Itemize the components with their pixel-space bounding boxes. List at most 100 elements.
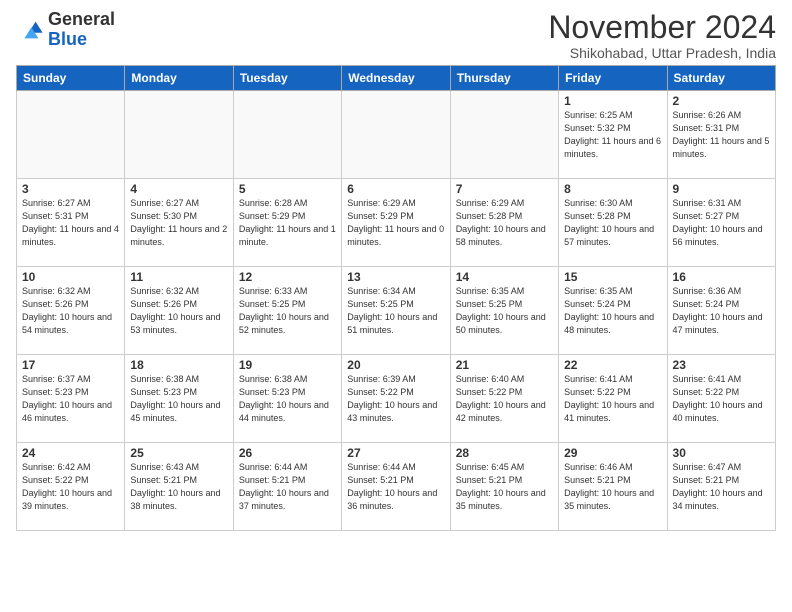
day-number: 13 [347,270,444,284]
calendar-cell: 19Sunrise: 6:38 AM Sunset: 5:23 PM Dayli… [233,355,341,443]
day-info: Sunrise: 6:27 AM Sunset: 5:30 PM Dayligh… [130,197,227,249]
calendar-cell: 14Sunrise: 6:35 AM Sunset: 5:25 PM Dayli… [450,267,558,355]
day-info: Sunrise: 6:44 AM Sunset: 5:21 PM Dayligh… [347,461,444,513]
logo-general-text: General [48,9,115,29]
logo-blue-text: Blue [48,29,87,49]
day-number: 24 [22,446,119,460]
day-number: 14 [456,270,553,284]
day-number: 20 [347,358,444,372]
calendar-cell: 15Sunrise: 6:35 AM Sunset: 5:24 PM Dayli… [559,267,667,355]
day-number: 1 [564,94,661,108]
calendar-cell [125,91,233,179]
day-info: Sunrise: 6:26 AM Sunset: 5:31 PM Dayligh… [673,109,770,161]
calendar-week-4: 24Sunrise: 6:42 AM Sunset: 5:22 PM Dayli… [17,443,776,531]
col-saturday: Saturday [667,66,775,91]
day-number: 19 [239,358,336,372]
day-info: Sunrise: 6:32 AM Sunset: 5:26 PM Dayligh… [130,285,227,337]
day-number: 26 [239,446,336,460]
day-info: Sunrise: 6:41 AM Sunset: 5:22 PM Dayligh… [673,373,770,425]
calendar-cell: 22Sunrise: 6:41 AM Sunset: 5:22 PM Dayli… [559,355,667,443]
day-number: 3 [22,182,119,196]
calendar-week-1: 3Sunrise: 6:27 AM Sunset: 5:31 PM Daylig… [17,179,776,267]
day-number: 29 [564,446,661,460]
day-info: Sunrise: 6:29 AM Sunset: 5:29 PM Dayligh… [347,197,444,249]
day-info: Sunrise: 6:34 AM Sunset: 5:25 PM Dayligh… [347,285,444,337]
header: General Blue November 2024 Shikohabad, U… [16,10,776,61]
calendar-cell: 17Sunrise: 6:37 AM Sunset: 5:23 PM Dayli… [17,355,125,443]
calendar-week-2: 10 Sunrise: 6:32 AM Sunset: 5:26 PM Dayli… [17,267,776,355]
title-area: November 2024 Shikohabad, Uttar Pradesh,… [548,10,776,61]
day-number: 4 [130,182,227,196]
day-info: Sunrise: 6:43 AM Sunset: 5:21 PM Dayligh… [130,461,227,513]
calendar-cell: 12Sunrise: 6:33 AM Sunset: 5:25 PM Dayli… [233,267,341,355]
calendar-cell [17,91,125,179]
calendar-cell: 23Sunrise: 6:41 AM Sunset: 5:22 PM Dayli… [667,355,775,443]
day-number: 22 [564,358,661,372]
day-number: 25 [130,446,227,460]
calendar-cell: 29Sunrise: 6:46 AM Sunset: 5:21 PM Dayli… [559,443,667,531]
day-info: Sunrise: 6:40 AM Sunset: 5:22 PM Dayligh… [456,373,553,425]
day-info: Sunrise: 6:37 AM Sunset: 5:23 PM Dayligh… [22,373,119,425]
day-number: 11 [130,270,227,284]
calendar-cell: 24Sunrise: 6:42 AM Sunset: 5:22 PM Dayli… [17,443,125,531]
calendar-week-0: 1Sunrise: 6:25 AM Sunset: 5:32 PM Daylig… [17,91,776,179]
day-number: 28 [456,446,553,460]
calendar-cell [450,91,558,179]
calendar-cell: 11Sunrise: 6:32 AM Sunset: 5:26 PM Dayli… [125,267,233,355]
col-friday: Friday [559,66,667,91]
day-number: 9 [673,182,770,196]
day-number: 17 [22,358,119,372]
day-info: Sunrise: 6:28 AM Sunset: 5:29 PM Dayligh… [239,197,336,249]
day-number: 6 [347,182,444,196]
col-wednesday: Wednesday [342,66,450,91]
page: General Blue November 2024 Shikohabad, U… [0,0,792,539]
calendar-week-3: 17Sunrise: 6:37 AM Sunset: 5:23 PM Dayli… [17,355,776,443]
day-number: 10 [22,270,119,284]
day-number: 23 [673,358,770,372]
day-info: Sunrise: 6:36 AM Sunset: 5:24 PM Dayligh… [673,285,770,337]
day-info: Sunrise: 6:41 AM Sunset: 5:22 PM Dayligh… [564,373,661,425]
day-number: 7 [456,182,553,196]
logo-icon [16,16,44,44]
calendar-cell: 2Sunrise: 6:26 AM Sunset: 5:31 PM Daylig… [667,91,775,179]
day-info: Sunrise: 6:33 AM Sunset: 5:25 PM Dayligh… [239,285,336,337]
day-info: Sunrise: 6:35 AM Sunset: 5:24 PM Dayligh… [564,285,661,337]
calendar-cell: 18Sunrise: 6:38 AM Sunset: 5:23 PM Dayli… [125,355,233,443]
calendar-cell: 9Sunrise: 6:31 AM Sunset: 5:27 PM Daylig… [667,179,775,267]
calendar-cell: 28Sunrise: 6:45 AM Sunset: 5:21 PM Dayli… [450,443,558,531]
day-info: Sunrise: 6:29 AM Sunset: 5:28 PM Dayligh… [456,197,553,249]
day-info: Sunrise: 6:44 AM Sunset: 5:21 PM Dayligh… [239,461,336,513]
day-info: Sunrise: 6:38 AM Sunset: 5:23 PM Dayligh… [239,373,336,425]
day-number: 18 [130,358,227,372]
calendar-cell: 5Sunrise: 6:28 AM Sunset: 5:29 PM Daylig… [233,179,341,267]
day-info: Sunrise: 6:30 AM Sunset: 5:28 PM Dayligh… [564,197,661,249]
day-info: Sunrise: 6:45 AM Sunset: 5:21 PM Dayligh… [456,461,553,513]
calendar-cell: 13Sunrise: 6:34 AM Sunset: 5:25 PM Dayli… [342,267,450,355]
calendar-table: Sunday Monday Tuesday Wednesday Thursday… [16,65,776,531]
day-info: Sunrise: 6:25 AM Sunset: 5:32 PM Dayligh… [564,109,661,161]
calendar-cell: 8Sunrise: 6:30 AM Sunset: 5:28 PM Daylig… [559,179,667,267]
day-number: 16 [673,270,770,284]
day-number: 2 [673,94,770,108]
calendar-cell: 10Sunrise: 6:32 AM Sunset: 5:26 PM Dayli… [17,267,125,355]
day-number: 27 [347,446,444,460]
day-number: 5 [239,182,336,196]
calendar-cell: 27Sunrise: 6:44 AM Sunset: 5:21 PM Dayli… [342,443,450,531]
col-sunday: Sunday [17,66,125,91]
calendar-cell: 25Sunrise: 6:43 AM Sunset: 5:21 PM Dayli… [125,443,233,531]
calendar-cell: 21Sunrise: 6:40 AM Sunset: 5:22 PM Dayli… [450,355,558,443]
calendar-cell: 6Sunrise: 6:29 AM Sunset: 5:29 PM Daylig… [342,179,450,267]
calendar-cell: 7Sunrise: 6:29 AM Sunset: 5:28 PM Daylig… [450,179,558,267]
day-info: Sunrise: 6:39 AM Sunset: 5:22 PM Dayligh… [347,373,444,425]
location-subtitle: Shikohabad, Uttar Pradesh, India [548,45,776,61]
calendar-cell: 26Sunrise: 6:44 AM Sunset: 5:21 PM Dayli… [233,443,341,531]
day-number: 21 [456,358,553,372]
col-thursday: Thursday [450,66,558,91]
logo: General Blue [16,10,115,50]
calendar-cell: 20Sunrise: 6:39 AM Sunset: 5:22 PM Dayli… [342,355,450,443]
calendar-cell: 4Sunrise: 6:27 AM Sunset: 5:30 PM Daylig… [125,179,233,267]
day-info: Sunrise: 6:31 AM Sunset: 5:27 PM Dayligh… [673,197,770,249]
day-info: Sunrise: 6:27 AM Sunset: 5:31 PM Dayligh… [22,197,119,249]
day-info: Sunrise: 6:35 AM Sunset: 5:25 PM Dayligh… [456,285,553,337]
day-info: Sunrise: 6:46 AM Sunset: 5:21 PM Dayligh… [564,461,661,513]
